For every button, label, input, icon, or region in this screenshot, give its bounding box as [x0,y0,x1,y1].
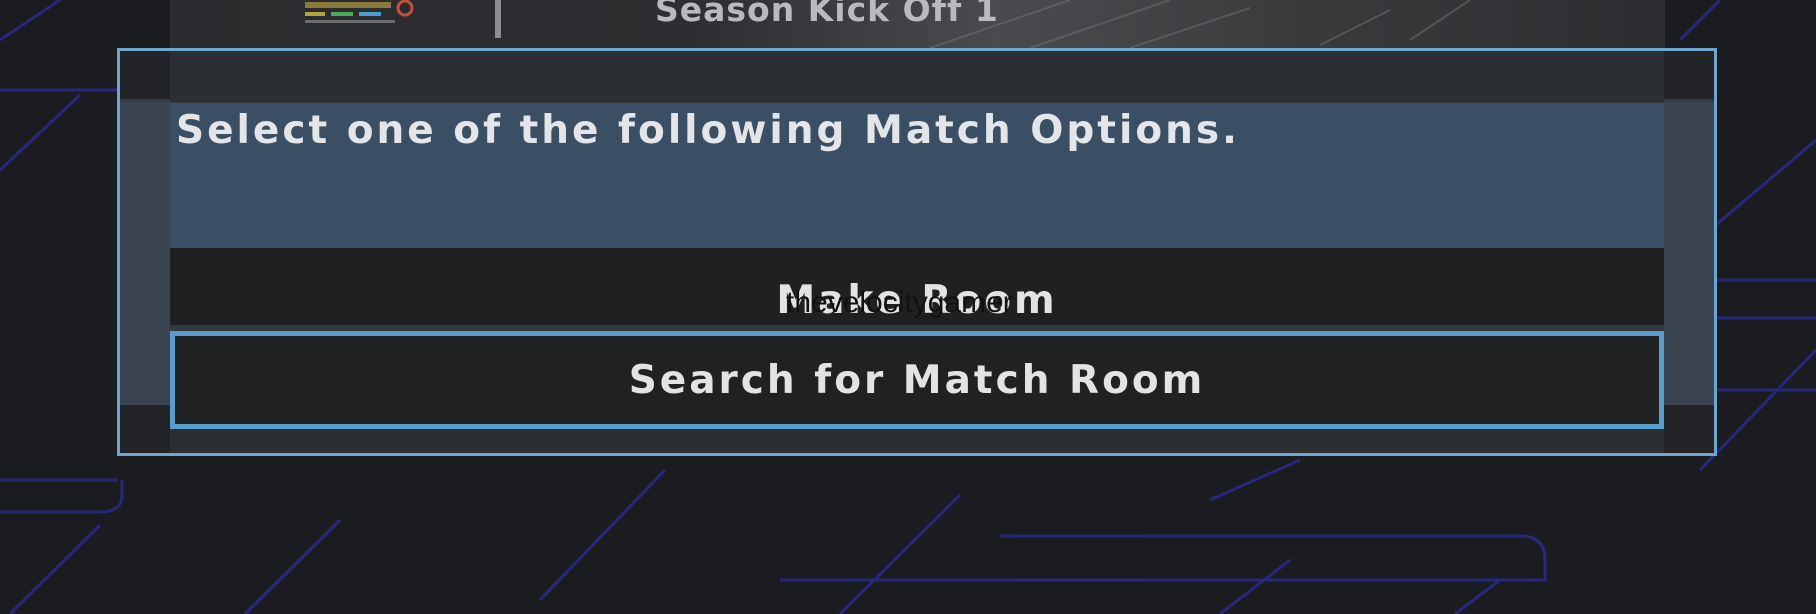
event-logo [305,0,414,23]
dialog-corner [120,51,170,99]
watermark: thevelocitygamer [786,286,1013,319]
dialog-corner [1664,405,1714,453]
dialog-right-edge [1664,51,1714,453]
header-divider [495,0,501,38]
search-match-room-option[interactable]: Search for Match Room [170,331,1664,429]
dialog-corner [1664,51,1714,99]
match-header-banner: Season Kick Off 1 [170,0,1665,48]
dialog-top-band [120,51,1714,102]
search-match-room-label: Search for Match Room [628,357,1206,403]
match-options-dialog: Select one of the following Match Option… [117,48,1717,456]
dialog-corner [120,405,170,453]
dialog-left-edge [120,51,170,453]
dialog-message: Select one of the following Match Option… [176,108,1240,153]
event-title: Season Kick Off 1 [655,0,999,29]
